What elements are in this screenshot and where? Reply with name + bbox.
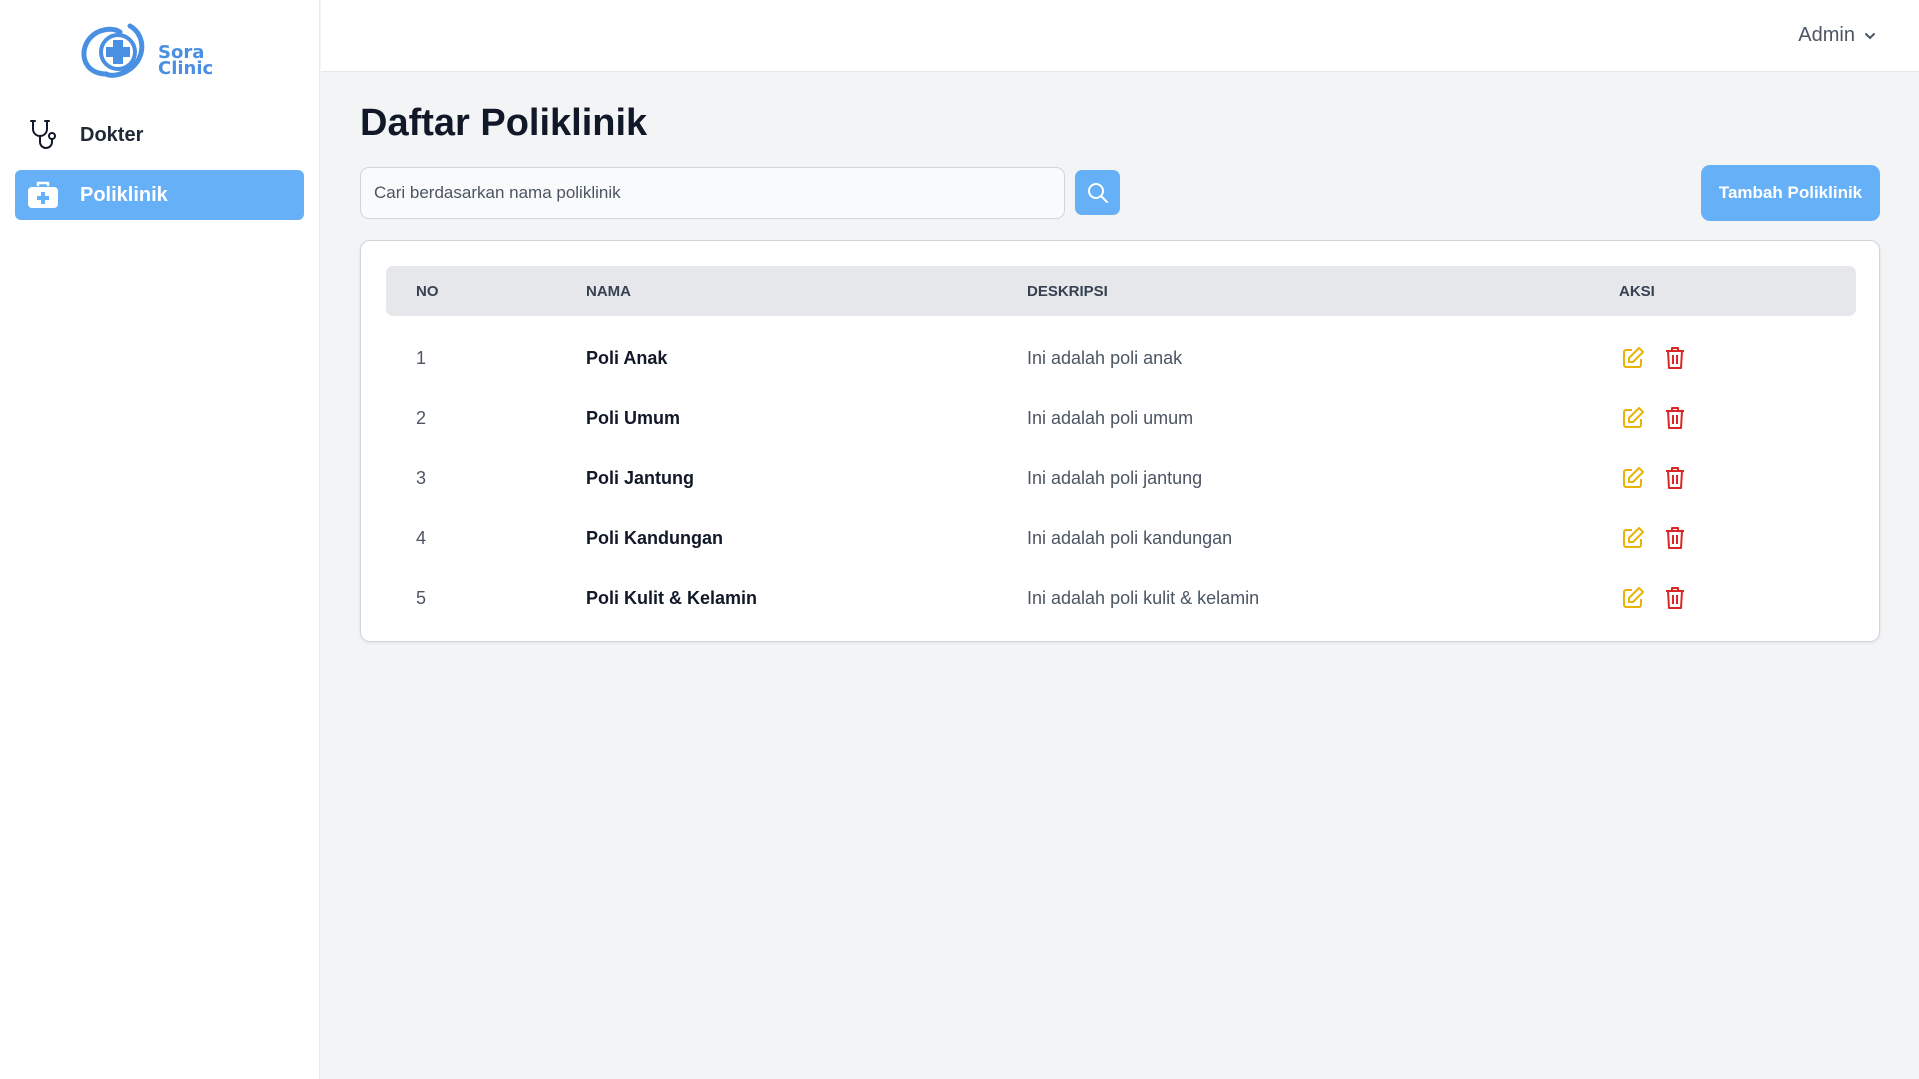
add-poliklinik-button[interactable]: Tambah Poliklinik	[1701, 165, 1880, 221]
sidebar-item-poliklinik[interactable]: Poliklinik	[15, 170, 304, 220]
column-header-deskripsi: DESKRIPSI	[1027, 282, 1108, 300]
brand-line-2: Clinic	[158, 58, 214, 79]
row-actions	[1619, 508, 1703, 568]
edit-icon	[1623, 467, 1644, 488]
edit-icon	[1623, 407, 1644, 428]
clinic-logo-icon	[81, 23, 145, 78]
trash-icon	[1666, 527, 1684, 549]
row-actions	[1619, 568, 1703, 628]
user-name: Admin	[1798, 24, 1855, 46]
row-no: 1	[416, 347, 427, 368]
stethoscope-icon	[25, 117, 61, 153]
table-row: 3 Poli Jantung Ini adalah poli jantung	[386, 448, 1856, 508]
delete-button[interactable]	[1661, 584, 1689, 612]
brand-name: Sora Clinic	[158, 44, 214, 79]
row-actions	[1619, 328, 1703, 388]
sidebar: Sora Clinic Dokter Poliklinik	[0, 0, 320, 1079]
brand-logo[interactable]: Sora Clinic	[76, 22, 236, 82]
edit-button[interactable]	[1619, 404, 1647, 432]
edit-button[interactable]	[1619, 344, 1647, 372]
table-row: 4 Poli Kandungan Ini adalah poli kandung…	[386, 508, 1856, 568]
delete-button[interactable]	[1661, 344, 1689, 372]
edit-icon	[1623, 527, 1644, 548]
search-input[interactable]	[360, 167, 1065, 219]
edit-icon	[1623, 347, 1644, 368]
row-nama: Poli Kandungan	[586, 527, 723, 548]
column-header-nama: NAMA	[586, 282, 631, 300]
row-no: 3	[416, 467, 427, 488]
row-nama: Poli Umum	[586, 407, 681, 428]
edit-button[interactable]	[1619, 464, 1647, 492]
sidebar-item-label: Dokter	[80, 123, 144, 146]
table-row: 1 Poli Anak Ini adalah poli anak	[386, 328, 1856, 388]
row-nama: Poli Jantung	[586, 467, 694, 488]
search-button[interactable]	[1075, 170, 1120, 215]
delete-button[interactable]	[1661, 404, 1689, 432]
poliklinik-table: NO NAMA DESKRIPSI AKSI 1 Poli Anak Ini a…	[360, 240, 1880, 642]
row-deskripsi: Ini adalah poli kulit & kelamin	[1027, 587, 1260, 608]
user-menu[interactable]: Admin	[1798, 24, 1877, 47]
table-row: 5 Poli Kulit & Kelamin Ini adalah poli k…	[386, 568, 1856, 628]
row-nama: Poli Kulit & Kelamin	[586, 587, 758, 608]
chevron-down-icon	[1865, 32, 1875, 39]
page-title: Daftar Poliklinik	[360, 102, 648, 144]
row-no: 4	[416, 527, 427, 548]
delete-button[interactable]	[1661, 524, 1689, 552]
top-bar: Admin	[321, 0, 1919, 72]
edit-button[interactable]	[1619, 524, 1647, 552]
search-icon	[1087, 182, 1108, 203]
edit-button[interactable]	[1619, 584, 1647, 612]
trash-icon	[1666, 347, 1684, 369]
row-deskripsi: Ini adalah poli anak	[1027, 347, 1183, 368]
row-no: 5	[416, 587, 427, 608]
sidebar-item-label: Poliklinik	[80, 183, 168, 206]
column-header-aksi: AKSI	[1619, 282, 1655, 300]
trash-icon	[1666, 407, 1684, 429]
medical-kit-icon	[25, 177, 61, 213]
trash-icon	[1666, 587, 1684, 609]
row-deskripsi: Ini adalah poli kandungan	[1027, 527, 1233, 548]
table-header: NO NAMA DESKRIPSI AKSI	[386, 266, 1856, 316]
row-no: 2	[416, 407, 427, 428]
row-deskripsi: Ini adalah poli umum	[1027, 407, 1194, 428]
table-row: 2 Poli Umum Ini adalah poli umum	[386, 388, 1856, 448]
delete-button[interactable]	[1661, 464, 1689, 492]
sidebar-item-dokter[interactable]: Dokter	[15, 110, 304, 160]
sidebar-nav: Dokter Poliklinik	[15, 110, 304, 230]
trash-icon	[1666, 467, 1684, 489]
row-actions	[1619, 388, 1703, 448]
row-actions	[1619, 448, 1703, 508]
row-deskripsi: Ini adalah poli jantung	[1027, 467, 1203, 488]
column-header-no: NO	[416, 282, 439, 300]
row-nama: Poli Anak	[586, 347, 668, 368]
edit-icon	[1623, 587, 1644, 608]
